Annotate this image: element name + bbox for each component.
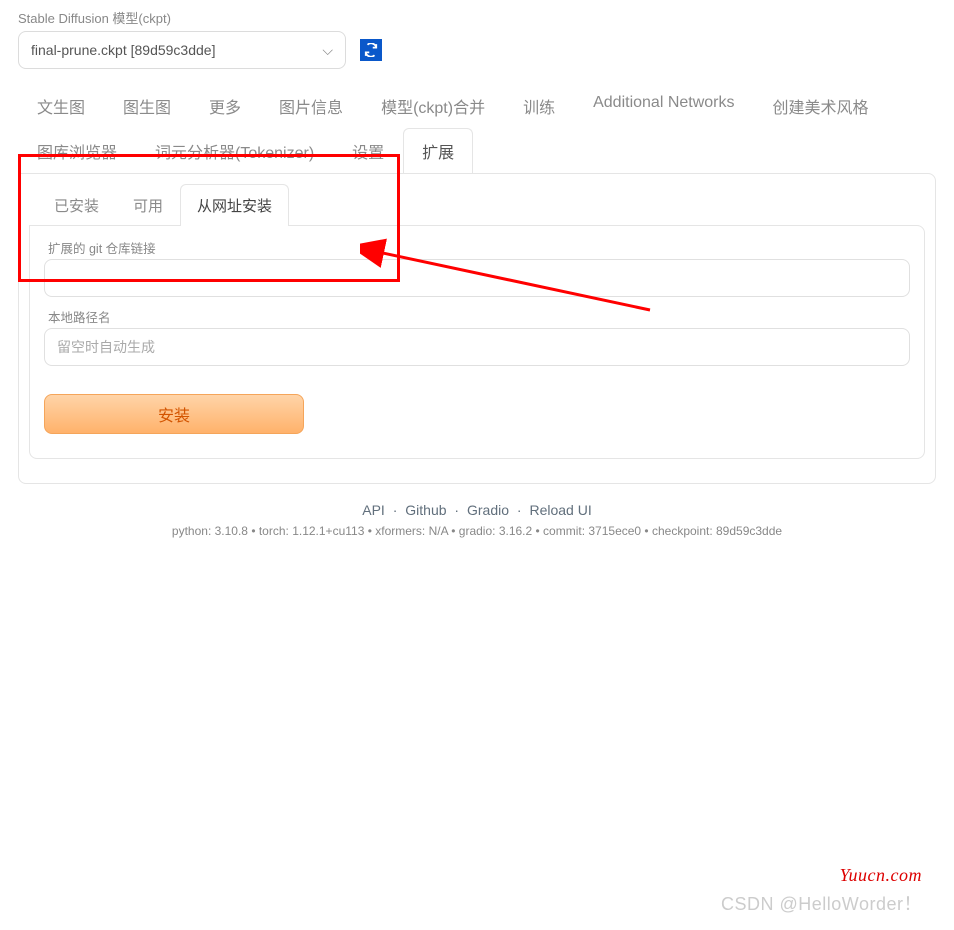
tab-settings[interactable]: 设置 — [333, 128, 403, 173]
install-from-url-panel: 扩展的 git 仓库链接 本地路径名 安装 — [29, 225, 925, 459]
footer-link-api[interactable]: API — [362, 502, 385, 518]
version-info: python: 3.10.8 • torch: 1.12.1+cu113 • x… — [0, 524, 954, 538]
refresh-icon — [364, 43, 378, 57]
local-path-label: 本地路径名 — [48, 307, 910, 326]
watermark-csdn: CSDN @HelloWorder！ — [721, 890, 922, 916]
subtab-installed[interactable]: 已安装 — [37, 184, 116, 226]
tab-checkpoint-merge[interactable]: 模型(ckpt)合并 — [362, 83, 504, 128]
tab-image-info[interactable]: 图片信息 — [260, 83, 362, 128]
repo-url-input[interactable] — [44, 259, 910, 297]
main-tabs: 文生图 图生图 更多 图片信息 模型(ckpt)合并 训练 Additional… — [0, 83, 954, 173]
tab-extensions[interactable]: 扩展 — [403, 128, 473, 173]
footer-link-reload-ui[interactable]: Reload UI — [529, 502, 591, 518]
footer: API · Github · Gradio · Reload UI python… — [0, 502, 954, 538]
subtab-install-from-url[interactable]: 从网址安装 — [180, 184, 289, 226]
model-select-value: final-prune.ckpt [89d59c3dde] — [31, 42, 215, 58]
local-path-input[interactable] — [44, 328, 910, 366]
chevron-down-icon: ⌵ — [322, 42, 333, 59]
tab-train[interactable]: 训练 — [504, 83, 574, 128]
subtab-available[interactable]: 可用 — [116, 184, 180, 226]
model-label: Stable Diffusion 模型(ckpt) — [18, 8, 936, 27]
install-button[interactable]: 安装 — [44, 394, 304, 434]
extensions-sub-tabs: 已安装 可用 从网址安装 — [29, 184, 925, 226]
tab-tokenizer[interactable]: 词元分析器(Tokenizer) — [136, 128, 333, 173]
tab-gallery-browser[interactable]: 图库浏览器 — [18, 128, 136, 173]
model-select[interactable]: final-prune.ckpt [89d59c3dde] ⌵ — [18, 31, 346, 69]
tab-more[interactable]: 更多 — [190, 83, 260, 128]
repo-url-label: 扩展的 git 仓库链接 — [48, 238, 910, 257]
footer-link-gradio[interactable]: Gradio — [467, 502, 509, 518]
tab-img2img[interactable]: 图生图 — [104, 83, 190, 128]
tab-create-style[interactable]: 创建美术风格 — [754, 83, 888, 128]
tab-txt2img[interactable]: 文生图 — [18, 83, 104, 128]
extensions-panel: 已安装 可用 从网址安装 扩展的 git 仓库链接 本地路径名 安装 — [18, 173, 936, 484]
watermark-yuucn: Yuucn.com — [840, 865, 922, 886]
refresh-button[interactable] — [360, 39, 382, 61]
tab-additional-networks[interactable]: Additional Networks — [574, 83, 753, 128]
footer-link-github[interactable]: Github — [405, 502, 446, 518]
